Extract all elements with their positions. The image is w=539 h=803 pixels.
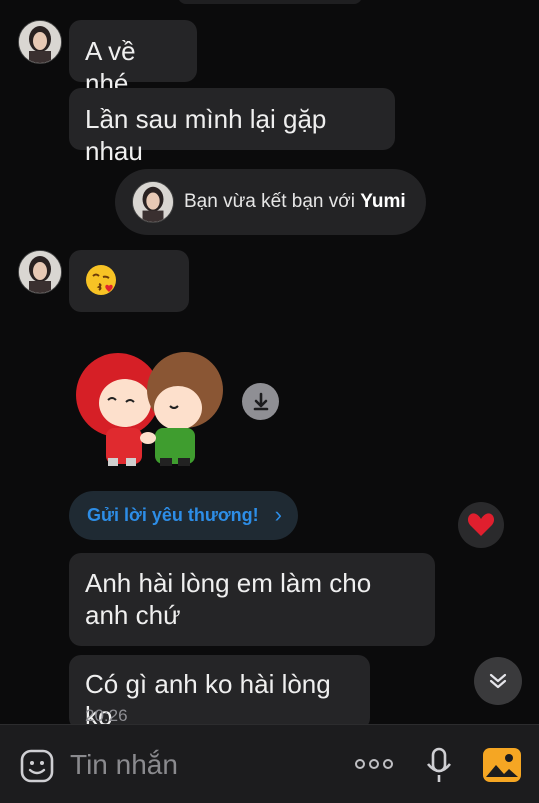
kissing-face-emoji bbox=[86, 265, 116, 295]
message-bubble[interactable]: Có gì anh ko hài lòng ko 20:26 bbox=[69, 655, 370, 731]
image-icon[interactable] bbox=[482, 747, 522, 783]
scroll-to-bottom-button[interactable] bbox=[474, 657, 522, 705]
heart-reaction-button[interactable] bbox=[458, 502, 504, 548]
emoji-message-bubble[interactable] bbox=[69, 250, 189, 312]
contact-avatar[interactable] bbox=[132, 181, 174, 223]
friend-notice-text: Bạn vừa kết bạn với Yumi bbox=[184, 191, 406, 213]
double-chevron-down-icon bbox=[489, 673, 507, 689]
message-bubble[interactable]: A về nhé bbox=[69, 20, 197, 98]
notice-prefix: Bạn vừa kết bạn với bbox=[184, 191, 361, 212]
message-timestamp: 20:26 bbox=[85, 706, 128, 725]
message-composer: Tin nhắn bbox=[0, 724, 539, 803]
message-text: Anh hài lòng em làm cho anh chứ bbox=[85, 568, 372, 630]
download-button[interactable] bbox=[242, 383, 279, 420]
top-status-pill bbox=[178, 0, 362, 4]
message-bubble[interactable]: Lần sau mình lại gặp nhau bbox=[69, 88, 395, 166]
chevron-right-icon: › bbox=[274, 502, 282, 527]
friend-name: Yumi bbox=[360, 191, 406, 212]
download-icon bbox=[253, 392, 268, 410]
contact-avatar[interactable] bbox=[18, 20, 62, 64]
send-love-label: Gửi lời yêu thương! bbox=[87, 505, 259, 525]
more-icon[interactable] bbox=[355, 759, 397, 773]
send-love-button[interactable]: Gửi lời yêu thương! › bbox=[69, 491, 298, 540]
contact-avatar[interactable] bbox=[18, 250, 62, 294]
message-input[interactable]: Tin nhắn bbox=[70, 749, 178, 781]
friend-notice: Bạn vừa kết bạn với Yumi bbox=[115, 169, 426, 235]
message-bubble[interactable]: Anh hài lòng em làm cho anh chứ bbox=[69, 553, 435, 646]
message-text: Lần sau mình lại gặp nhau bbox=[85, 104, 327, 166]
heart-icon bbox=[467, 513, 495, 536]
sticker-icon[interactable] bbox=[20, 749, 54, 783]
mic-icon[interactable] bbox=[425, 747, 453, 785]
hugging-couple-sticker[interactable] bbox=[70, 340, 230, 470]
